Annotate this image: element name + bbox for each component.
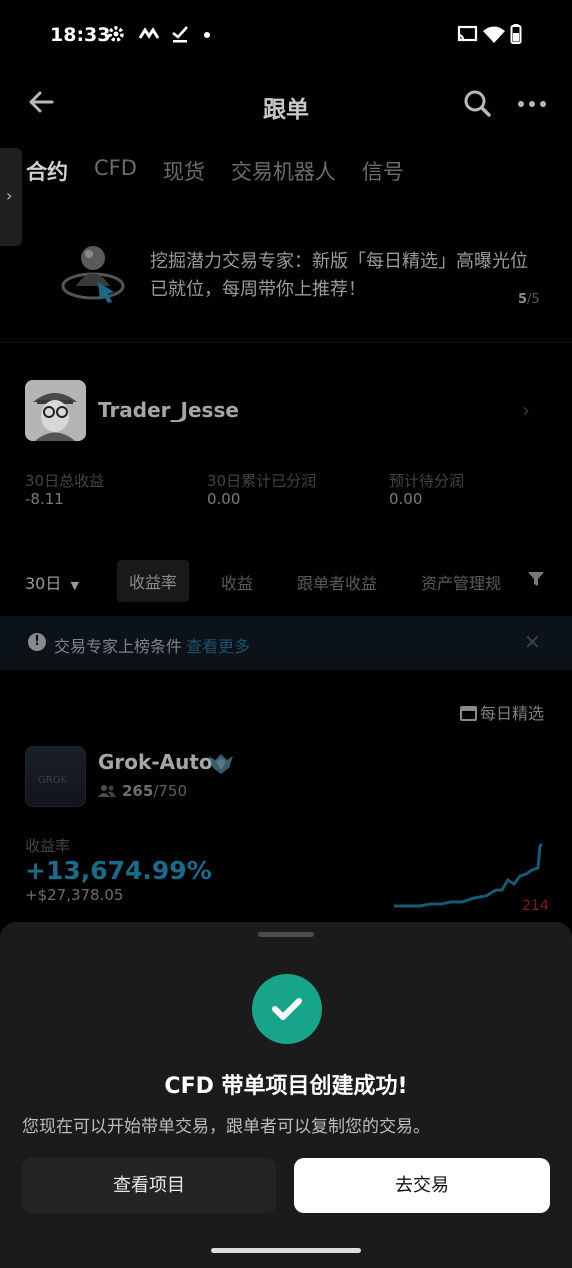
status-bar: 18:33	[0, 0, 572, 72]
chevron-right-icon[interactable]: ›	[522, 398, 530, 422]
go-trade-button[interactable]: 去交易	[294, 1158, 550, 1213]
stat-value: -8.11	[25, 490, 64, 508]
close-icon[interactable]: ✕	[524, 630, 541, 654]
chevron-right-icon: ›	[6, 186, 13, 205]
success-bottom-sheet: CFD 带单项目创建成功! 您现在可以开始带单交易，跟单者可以复制您的交易。 查…	[0, 922, 572, 1268]
badge-icon	[207, 752, 235, 776]
daily-pick-label[interactable]: 每日精选	[460, 700, 544, 724]
success-check-icon	[252, 974, 322, 1044]
follower-count: 265/750	[98, 782, 187, 800]
sheet-title: CFD 带单项目创建成功!	[164, 1074, 408, 1099]
filter-chip-pnl[interactable]: 收益	[221, 570, 253, 594]
roi-value: +13,674.99%	[25, 856, 212, 885]
stat-value: 0.00	[389, 490, 423, 508]
trader-logo[interactable]: GROK	[25, 746, 86, 807]
tab-contract[interactable]: 合约	[26, 156, 68, 186]
side-number: 214	[522, 898, 549, 914]
trader-name[interactable]: Grok-Auto	[98, 750, 213, 774]
info-icon: !	[28, 633, 46, 651]
filter-row: 30日 ▼ 收益率 收益 跟单者收益 资产管理规	[25, 560, 555, 602]
check-icon	[170, 24, 190, 49]
tab-signal[interactable]: 信号	[362, 156, 404, 186]
notice-text: 交易专家上榜条件 查看更多	[54, 637, 251, 656]
view-project-button[interactable]: 查看项目	[22, 1158, 276, 1213]
status-time: 18:33	[50, 24, 111, 46]
caret-down-icon: ▼	[70, 579, 79, 592]
stat-label: 30日累计已分润	[207, 472, 317, 490]
divider	[0, 342, 572, 343]
wifi-icon	[482, 24, 506, 49]
tab-trading-bot[interactable]: 交易机器人	[231, 156, 336, 186]
more-icon[interactable]	[516, 96, 548, 110]
gear-icon	[106, 24, 126, 49]
stat-value: 0.00	[207, 490, 241, 508]
banner-illustration	[58, 236, 128, 306]
sheet-grabber[interactable]	[258, 932, 314, 937]
battery-icon	[510, 24, 522, 49]
banner-pager: 5/5	[518, 292, 540, 307]
filter-icon[interactable]	[527, 570, 545, 592]
profile-name[interactable]: Trader_Jesse	[98, 398, 239, 422]
tab-bar: 合约 CFD 现货 交易机器人 信号	[26, 156, 404, 186]
search-icon[interactable]	[462, 88, 492, 118]
dot-icon	[204, 32, 210, 38]
notice-link[interactable]: 查看更多	[186, 637, 250, 656]
cast-icon	[456, 24, 478, 49]
home-indicator[interactable]	[211, 1248, 361, 1253]
calendar-icon	[460, 706, 477, 721]
sheet-description: 您现在可以开始带单交易，跟单者可以复制您的交易。	[22, 1117, 430, 1137]
notice-bar: ! 交易专家上榜条件 查看更多 ✕	[0, 616, 572, 670]
stat-label: 预计待分润	[389, 472, 465, 490]
people-icon	[98, 783, 116, 797]
roi-label: 收益率	[25, 837, 71, 855]
side-drawer-handle[interactable]: ›	[0, 148, 22, 246]
filter-chip-follower-pnl[interactable]: 跟单者收益	[297, 570, 377, 594]
filter-chip-roi[interactable]: 收益率	[117, 560, 190, 602]
pnl-value: +$27,378.05	[25, 886, 124, 904]
stat-label: 30日总收益	[25, 472, 105, 490]
filter-chip-aum[interactable]: 资产管理规	[421, 570, 503, 594]
banner-text[interactable]: 挖掘潜力交易专家：新版「每日精选」高曝光位已就位，每周带你上推荐！	[150, 248, 535, 304]
avatar[interactable]	[25, 380, 86, 441]
period-selector[interactable]: 30日 ▼	[25, 570, 79, 594]
tab-spot[interactable]: 现货	[163, 156, 205, 186]
nfc-icon	[138, 24, 160, 49]
tab-cfd[interactable]: CFD	[94, 156, 137, 186]
